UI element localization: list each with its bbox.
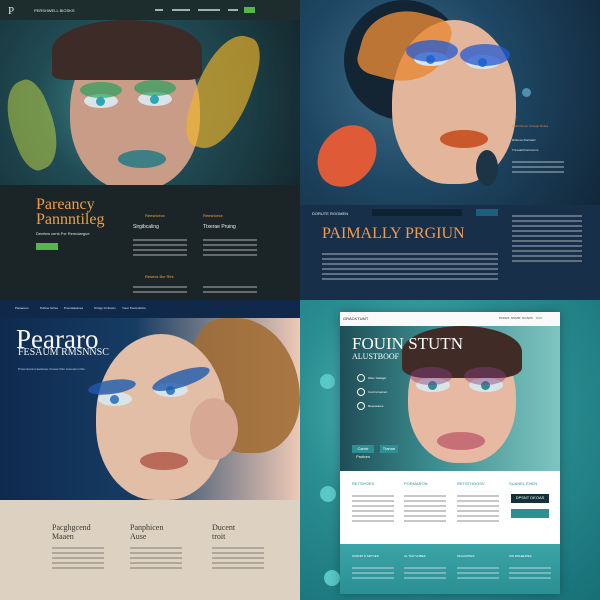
column-heading: Reesricecx [145,213,165,218]
footer-text [352,564,394,582]
nav-link[interactable] [198,9,220,11]
bottle-decoration [476,150,498,186]
eye-shadow [410,367,452,385]
panel-teal-makeup: P PERSHWELL BIOSKS Pareancy Pannntileg D… [0,0,300,300]
logo: P [8,5,15,17]
side-item: Tnrsuatll Fsirnoncrs [512,148,539,152]
column-subtitle: Maaen [52,532,74,541]
eye-shadow [464,367,506,385]
lips [118,150,166,168]
nav-link[interactable]: POKES [499,316,509,320]
subtitle: Denfers cenk Pxr Remoiargue [36,231,90,236]
paragraph-lines [322,250,498,283]
side-paragraph [512,212,582,265]
nav-link[interactable]: NNMM [511,316,520,320]
cta-button[interactable]: Carntr Pruitom [352,445,374,459]
column-text [352,492,394,525]
page-title: PAIMALLY PRGIUN [322,225,465,242]
column-text [457,492,499,525]
lips [440,130,488,148]
lips [437,432,485,450]
nav-link[interactable] [228,9,238,11]
column-heading: Reesricecx [203,213,223,218]
nav-link[interactable] [172,9,190,11]
lips [140,452,188,470]
nav-link[interactable] [155,9,163,11]
column-text [130,544,182,572]
eye-shadow [134,80,176,96]
bubble-decoration [324,570,340,586]
nav-link[interactable]: Srtngp Gmhaxin [94,306,116,310]
panel-blue-makeup: Hlxla Rosoc Ctrssprt Roleq Rrlloncs Rucr… [300,0,600,300]
footer-heading: AL THR VOBES [404,554,426,558]
column-title: Sirgibcaling [133,224,159,230]
hero-subtitle: FESAUM RMSNNSC [18,347,109,358]
side-item: Rrlloncs Rucrsatn [512,138,536,142]
column-text [404,492,446,525]
feature-icon [357,388,365,396]
footer-heading: MCHUMTES [457,554,475,558]
nav-link[interactable]: Pounatasanes [64,306,83,310]
header-label: DORUTE ROOMEN [312,211,348,216]
column-subtitle: troit [212,532,226,541]
feature-icon [357,402,365,410]
footer-text [457,564,499,582]
column-heading: SUANEL EHEN [509,481,538,486]
feature-text: Reeoaoues [368,404,384,408]
column-text [133,236,187,259]
eye-shadow [406,40,458,62]
eye-shadow [460,44,510,66]
feature-icon [357,374,365,382]
column-text [133,283,187,296]
dark-button[interactable]: DPSNT DEOAS [511,494,549,503]
bubble-decoration [522,88,531,97]
green-button[interactable] [36,243,58,250]
nav-link[interactable]: Panaeuno [15,306,29,310]
search-button[interactable] [476,209,498,216]
hand [190,398,238,460]
side-title: Hlxla Rosoc Ctrssprt Roleq [512,124,549,128]
column-text [203,236,257,259]
hero-subtitle: ALUSTBOOF [352,352,400,361]
column-text [203,283,257,296]
cta-button[interactable]: Ttanne [380,445,398,453]
panel-navy-makeup: Panaeuno Pohlne Grtiss Pounatasanes Srtn… [0,300,300,600]
feature-text: Wso: Gaiager [368,376,387,380]
column-title: Pacghgcend [52,523,91,532]
eye-shadow [80,82,122,98]
nav-link[interactable]: NAN [536,316,542,320]
bubble-decoration [320,486,336,502]
column-title: Ttxerae Pruing [203,224,236,230]
brand[interactable]: GRACKTUMT [343,316,368,321]
column-text [212,544,264,572]
column-heading: PORMARON [404,481,428,486]
hero-text: Proocnrecsnt asolersa. Frosec Pan ssrxoo… [18,367,85,371]
footer-text [404,564,446,582]
brand-link[interactable]: PERSHWELL BIOSKS [34,8,75,13]
column-text [52,544,104,572]
column-title: Panphicen [130,523,164,532]
teal-button[interactable] [511,509,549,518]
footer-text [509,564,551,582]
bubble-decoration [320,374,335,389]
footer-heading: SIN MSHEHPES [509,554,532,558]
hero-title: FOUIN STUTN [352,334,463,353]
section-label: Resecs Bxr Rirs [145,274,174,279]
column-subtitle: Ause [130,532,147,541]
nav-link[interactable]: NOARS [522,316,533,320]
column-title: Ducent [212,523,236,532]
four-panel-layout: P PERSHWELL BIOSKS Pareancy Pannntileg D… [0,0,600,600]
column-heading: RETSHOES [352,481,375,486]
nav-link[interactable]: Pohlne Grtiss [40,306,58,310]
feature-text: Coxrnvrseinen [368,390,388,394]
panel-teal-website: GRACKTUMT POKES NNMM NOARS NAN FOUIN STU… [300,300,600,600]
side-lines [512,158,564,176]
footer-heading: SCRNM N SRTVES [352,554,379,558]
column-heading: RETSTHOOSV [457,481,485,486]
nav-link[interactable]: Yorer Porocottims [122,306,146,310]
nav-button[interactable] [244,7,255,13]
search-bar[interactable] [372,209,462,216]
hair [52,20,202,80]
title-line-2: Pannntileg [36,211,105,228]
